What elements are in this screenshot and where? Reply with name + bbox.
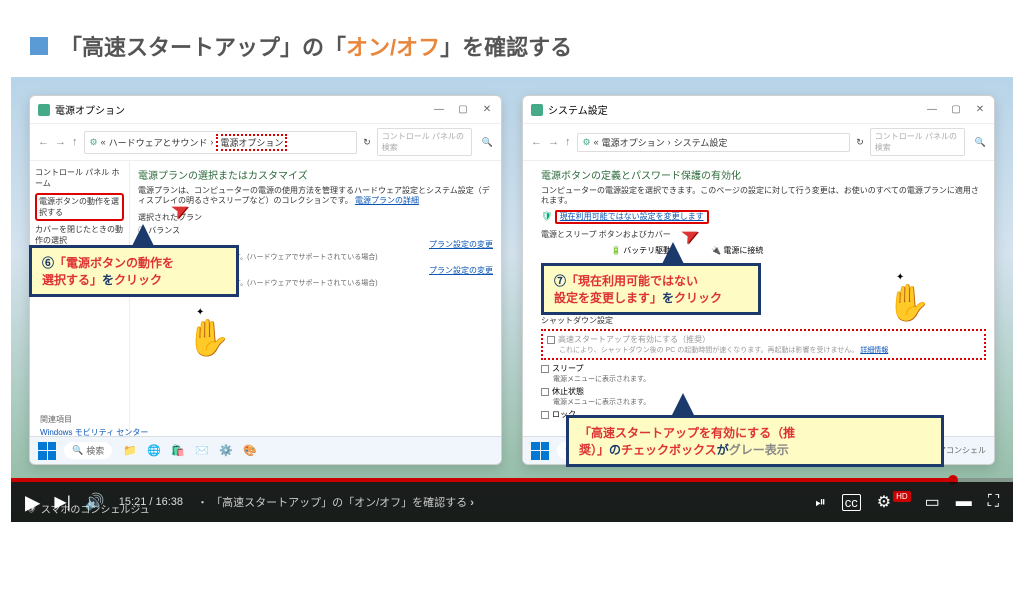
up-button[interactable]: ↑ — [565, 136, 571, 148]
taskbar-icon[interactable]: ✉️ — [192, 441, 212, 461]
video-player-controls: ▶ ▶| 🔊 15:21 / 16:38 ・ 「高速スタートアップ」の「オン/オ… — [11, 482, 1013, 522]
forward-button[interactable]: → — [55, 136, 66, 148]
window-icon — [531, 104, 543, 116]
up-button[interactable]: ↑ — [72, 136, 78, 148]
fullscreen-button[interactable]: ⛶ — [988, 493, 999, 511]
maximize-button[interactable]: ▢ — [457, 104, 469, 116]
content-heading: 電源プランの選択またはカスタマイズ — [138, 167, 493, 182]
hand-click-icon: ✋ — [886, 282, 931, 324]
callout-step-7: ⑦「現在利用可能ではない 設定を変更します」をクリック — [541, 263, 761, 315]
sidebar-lid-action[interactable]: カバーを閉じたときの動作の選択 — [35, 224, 124, 246]
window-icon — [38, 104, 50, 116]
content-description: コンピューターの電源設定を選択できます。このページの設定に対して行う変更は、お使… — [541, 186, 986, 207]
channel-watermark: 🛡 スマホのコンシェルジュ — [25, 501, 150, 516]
back-button[interactable]: ← — [38, 136, 49, 148]
theater-button[interactable]: ▬ — [956, 493, 972, 511]
content-description: 電源プランは、コンピューターの電源の使用方法を管理するハードウェア設定とシステム… — [138, 186, 493, 207]
fast-startup-area: 高速スタートアップを有効にする（推奨） これにより、シャットダウン後の PC の… — [541, 329, 986, 360]
address-bar[interactable]: ⚙ « ハードウェアとサウンド › 電源オプション — [84, 131, 358, 154]
settings-button[interactable]: ⚙HD — [877, 492, 909, 512]
window-title: システム設定 — [548, 102, 608, 117]
search-icon[interactable]: 🔍 — [482, 137, 493, 148]
search-input[interactable]: コントロール パネルの検索 — [870, 128, 965, 156]
video-content: 電源オプション — ▢ ✕ ← → ↑ ⚙ — [11, 77, 1013, 522]
close-button[interactable]: ✕ — [974, 104, 986, 116]
close-button[interactable]: ✕ — [481, 104, 493, 116]
detail-link[interactable]: 詳細情報 — [860, 347, 888, 354]
breadcrumb-power-options[interactable]: 電源オプション — [216, 134, 287, 151]
maximize-button[interactable]: ▢ — [950, 104, 962, 116]
taskbar-icon[interactable]: 🎨 — [240, 441, 260, 461]
refresh-button[interactable]: ↻ — [363, 137, 371, 148]
taskbar-icon[interactable]: ⚙️ — [216, 441, 236, 461]
change-plan-link[interactable]: プラン設定の変更 — [429, 240, 493, 249]
taskbar: 🔍 検索 📁 🌐 🛍️ ✉️ ⚙️ 🎨 — [30, 436, 501, 464]
refresh-button[interactable]: ↻ — [856, 137, 864, 148]
callout-tail — [671, 393, 695, 417]
hibernate-checkbox[interactable] — [541, 388, 549, 396]
chapter-title[interactable]: ・ 「高速スタートアップ」の「オン/オフ」を確認する › — [197, 494, 474, 510]
start-button[interactable] — [531, 442, 549, 460]
change-plan-link-2[interactable]: プラン設定の変更 — [429, 266, 493, 275]
search-input[interactable]: コントロール パネルの検索 — [377, 128, 472, 156]
lock-checkbox[interactable] — [541, 411, 549, 419]
minimize-button[interactable]: — — [433, 104, 445, 116]
start-button[interactable] — [38, 442, 56, 460]
sleep-checkbox[interactable] — [541, 365, 549, 373]
miniplayer-button[interactable]: ▭ — [925, 492, 940, 512]
section-buttons: 電源とスリープ ボタンおよびカバー — [541, 230, 986, 240]
forward-button[interactable]: → — [548, 136, 559, 148]
taskbar-icon[interactable]: 🌐 — [144, 441, 164, 461]
window-title: 電源オプション — [55, 102, 125, 117]
callout-step-6: ⑥「電源ボタンの動作を 選択する」をクリック — [29, 245, 239, 297]
page-title: 「高速スタートアップ」の「オン/オフ」を確認する — [60, 30, 572, 62]
fast-startup-checkbox[interactable] — [547, 336, 555, 344]
title-bullet-icon — [30, 37, 48, 55]
back-button[interactable]: ← — [531, 136, 542, 148]
address-bar[interactable]: ⚙ « 電源オプション › システム設定 — [577, 133, 851, 152]
sidebar-home[interactable]: コントロール パネル ホーム — [35, 167, 124, 189]
taskbar-search[interactable]: 🔍 検索 — [64, 442, 112, 459]
taskbar-icon[interactable]: 📁 — [120, 441, 140, 461]
callout-fast-startup: 「高速スタートアップを有効にする（推奨）」のチェックボックスがグレー表示 — [566, 415, 944, 467]
content-heading: 電源ボタンの定義とパスワード保護の有効化 — [541, 167, 986, 182]
autoplay-toggle[interactable]: ⏯ — [815, 494, 825, 510]
plan-detail-link[interactable]: 電源プランの詳細 — [355, 196, 419, 205]
search-icon[interactable]: 🔍 — [975, 137, 986, 148]
captions-button[interactable]: cc — [842, 494, 861, 511]
sidebar-power-button-action[interactable]: 電源ボタンの動作を選択する — [35, 193, 124, 221]
hand-click-icon: ✋ — [186, 317, 231, 359]
taskbar-icon[interactable]: 🛍️ — [168, 441, 188, 461]
minimize-button[interactable]: — — [926, 104, 938, 116]
